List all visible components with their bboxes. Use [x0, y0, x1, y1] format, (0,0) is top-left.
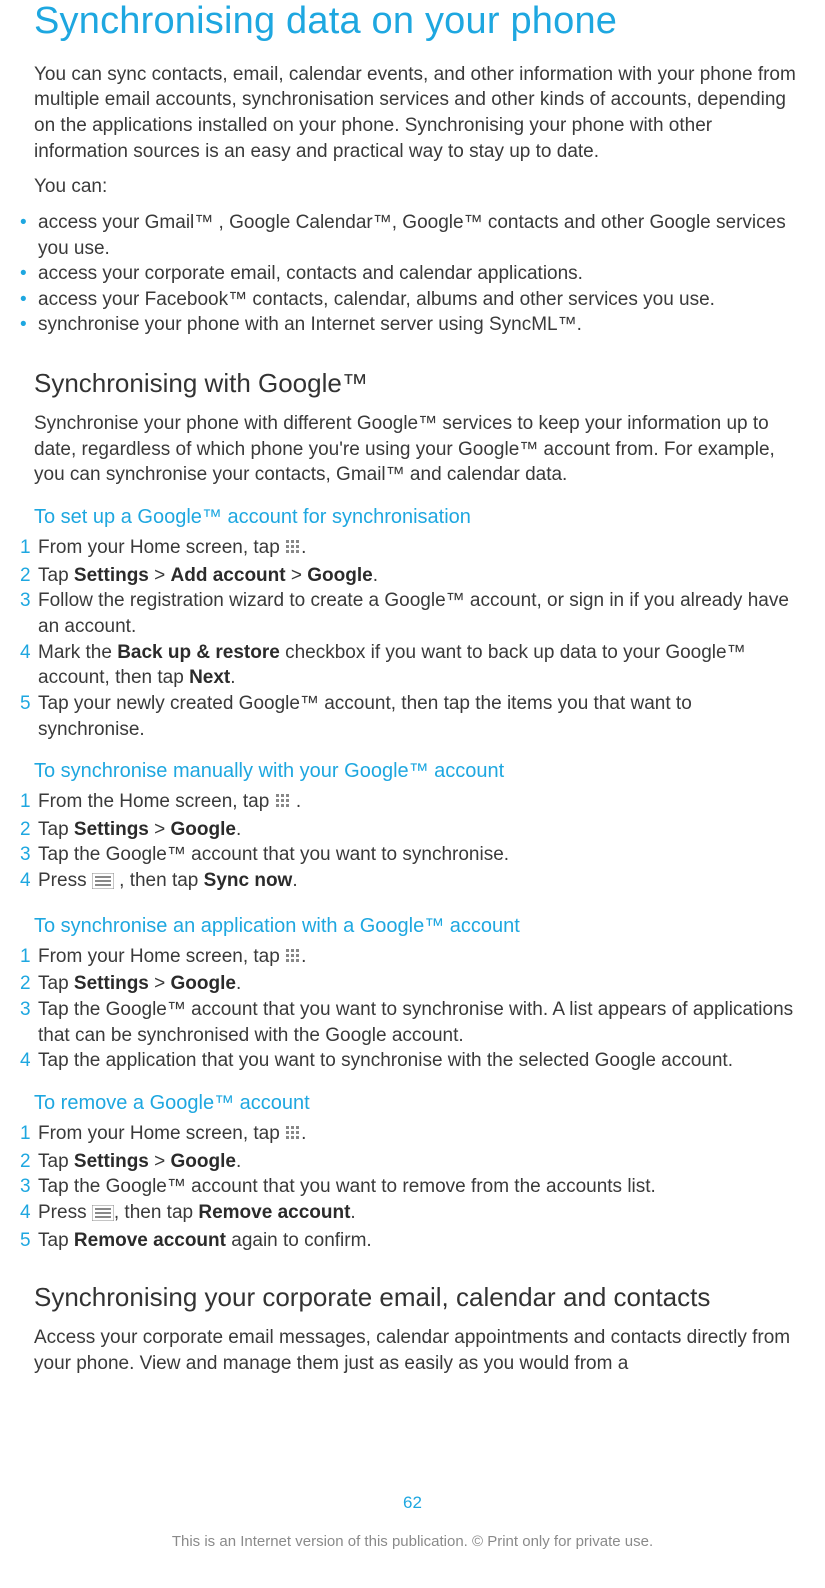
step: Follow the registration wizard to create… [20, 588, 799, 639]
step: Tap the Google™ account that you want to… [20, 842, 799, 868]
ui-label: Google [171, 973, 236, 994]
page: Synchronising data on your phone You can… [0, 0, 825, 1588]
step: Press , then tap Remove account. [20, 1200, 799, 1229]
step-text: From your Home screen, tap [38, 537, 285, 558]
step-text: Tap [38, 819, 74, 840]
intro-paragraph-2: You can: [34, 174, 799, 200]
list-item: access your Gmail™ , Google Calendar™, G… [20, 210, 799, 261]
step-text: Tap [38, 1230, 74, 1251]
step-text: From your Home screen, tap [38, 946, 285, 967]
list-item: synchronise your phone with an Internet … [20, 312, 799, 338]
menu-icon [92, 871, 114, 897]
step-text: again to confirm. [226, 1230, 372, 1251]
corporate-paragraph: Access your corporate email messages, ca… [34, 1325, 799, 1376]
ui-label: Google [171, 1151, 236, 1172]
list-item: access your Facebook™ contacts, calendar… [20, 287, 799, 313]
step-text: . [292, 870, 297, 891]
intro-block: You can sync contacts, email, calendar e… [34, 62, 799, 200]
footer-disclaimer: This is an Internet version of this publ… [0, 1533, 825, 1550]
google-paragraph: Synchronise your phone with different Go… [34, 411, 799, 488]
step: From your Home screen, tap . [20, 1121, 799, 1149]
content: Synchronising data on your phone You can… [20, 0, 805, 1376]
list-item: access your corporate email, contacts an… [20, 261, 799, 287]
steps-remove: From your Home screen, tap . Tap Setting… [34, 1121, 799, 1254]
step-text: > [149, 1151, 171, 1172]
page-number: 62 [0, 1493, 825, 1513]
step-text: > [149, 565, 171, 586]
step: Tap the Google™ account that you want to… [20, 997, 799, 1048]
section-heading-google: Synchronising with Google™ [34, 368, 799, 399]
capability-list: access your Gmail™ , Google Calendar™, G… [34, 210, 799, 338]
step-text: > [149, 819, 171, 840]
step: From the Home screen, tap . [20, 789, 799, 817]
ui-label: Sync now [204, 870, 293, 891]
ui-label: Settings [74, 1151, 149, 1172]
apps-grid-icon [285, 946, 301, 972]
procedure-title-manual: To synchronise manually with your Google… [34, 760, 799, 783]
apps-grid-icon [285, 1123, 301, 1149]
ui-label: Settings [74, 565, 149, 586]
step: Tap Settings > Google. [20, 971, 799, 997]
step: Press , then tap Sync now. [20, 868, 799, 897]
step-text: Press [38, 870, 92, 891]
page-title: Synchronising data on your phone [34, 0, 799, 44]
step-text: , then tap [114, 1202, 199, 1223]
ui-label: Settings [74, 819, 149, 840]
apps-grid-icon [275, 791, 291, 817]
ui-label: Add account [171, 565, 286, 586]
menu-icon [92, 1203, 114, 1229]
ui-label: Google [171, 819, 236, 840]
step: From your Home screen, tap . [20, 944, 799, 972]
procedure-title-appsync: To synchronise an application with a Goo… [34, 915, 799, 938]
step: From your Home screen, tap . [20, 535, 799, 563]
step-text: . [236, 1151, 241, 1172]
intro-paragraph-1: You can sync contacts, email, calendar e… [34, 62, 799, 165]
step: Mark the Back up & restore checkbox if y… [20, 640, 799, 691]
step-text: Tap [38, 565, 74, 586]
step-text: Tap [38, 1151, 74, 1172]
ui-label: Next [189, 667, 230, 688]
procedure-title-remove: To remove a Google™ account [34, 1092, 799, 1115]
step: Tap Settings > Google. [20, 817, 799, 843]
step-text: > [149, 973, 171, 994]
step-text: Mark the [38, 642, 117, 663]
step-text: . [291, 791, 302, 812]
ui-label: Remove account [74, 1230, 226, 1251]
ui-label: Google [307, 565, 372, 586]
step-text: . [230, 667, 235, 688]
steps-appsync: From your Home screen, tap . Tap Setting… [34, 944, 799, 1074]
step-text: . [236, 973, 241, 994]
step: Tap Remove account again to confirm. [20, 1228, 799, 1254]
step: Tap the application that you want to syn… [20, 1048, 799, 1074]
step-text: . [301, 1123, 306, 1144]
step: Tap Settings > Google. [20, 1149, 799, 1175]
ui-label: Remove account [198, 1202, 350, 1223]
steps-setup: From your Home screen, tap . Tap Setting… [34, 535, 799, 742]
step-text: . [236, 819, 241, 840]
step-text: From the Home screen, tap [38, 791, 275, 812]
step-text: > [286, 565, 308, 586]
step-text: Tap [38, 973, 74, 994]
step: Tap Settings > Add account > Google. [20, 563, 799, 589]
step-text: . [301, 537, 306, 558]
page-footer: 62 This is an Internet version of this p… [0, 1493, 825, 1550]
step-text: . [350, 1202, 355, 1223]
step-text: . [301, 946, 306, 967]
step-text: , then tap [114, 870, 204, 891]
section-heading-corporate: Synchronising your corporate email, cale… [34, 1282, 799, 1313]
steps-manual: From the Home screen, tap . Tap Settings… [34, 789, 799, 897]
step-text: . [373, 565, 378, 586]
procedure-title-setup: To set up a Google™ account for synchron… [34, 506, 799, 529]
step-text: From your Home screen, tap [38, 1123, 285, 1144]
ui-label: Back up & restore [117, 642, 280, 663]
step: Tap the Google™ account that you want to… [20, 1174, 799, 1200]
step: Tap your newly created Google™ account, … [20, 691, 799, 742]
apps-grid-icon [285, 537, 301, 563]
ui-label: Settings [74, 973, 149, 994]
step-text: Press [38, 1202, 92, 1223]
